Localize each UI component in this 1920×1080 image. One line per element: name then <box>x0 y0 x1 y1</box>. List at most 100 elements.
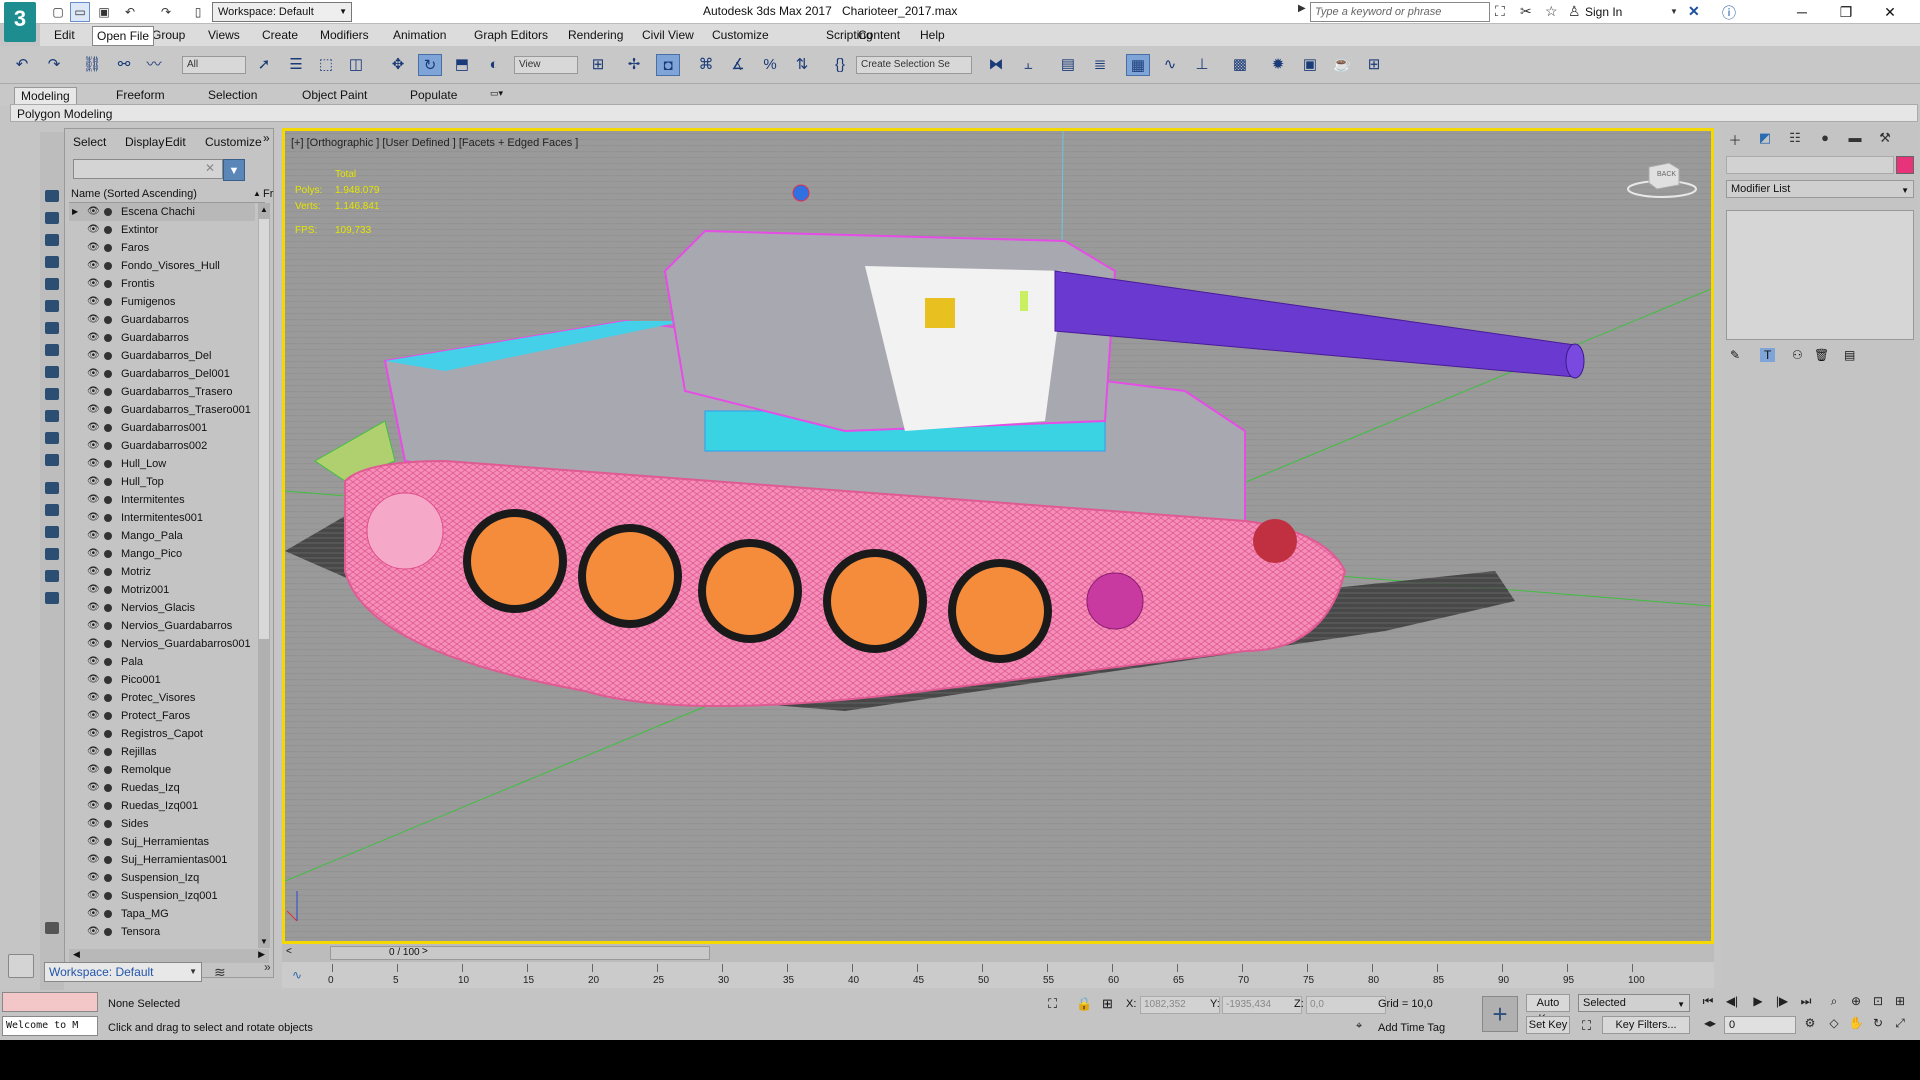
visibility-eye-icon[interactable]: 👁 <box>87 599 100 617</box>
filter-icon[interactable] <box>45 570 59 582</box>
explorer-row[interactable]: 👁 Mango_Pico <box>69 545 255 563</box>
visibility-eye-icon[interactable]: 👁 <box>87 275 100 293</box>
undo-button[interactable]: ↶ <box>10 54 34 76</box>
add-time-tag-button[interactable]: Add Time Tag <box>1378 1022 1445 1034</box>
visibility-eye-icon[interactable]: 👁 <box>87 851 100 869</box>
display-containers-icon[interactable] <box>45 410 59 422</box>
explorer-row[interactable]: 👁 Suspension_Izq001 <box>69 887 255 905</box>
tab-selection[interactable]: Selection <box>202 87 263 103</box>
visibility-eye-icon[interactable]: 👁 <box>87 365 100 383</box>
visibility-eye-icon[interactable]: 👁 <box>87 689 100 707</box>
ribbon-options-icon[interactable]: ▭▾ <box>484 87 509 100</box>
viewcube[interactable]: BACK <box>1627 159 1697 199</box>
explorer-row[interactable]: 👁 Suspension_Izq <box>69 869 255 887</box>
explorer-row[interactable]: 👁 Protec_Visores <box>69 689 255 707</box>
material-editor-icon[interactable]: ▩ <box>1228 54 1252 76</box>
motion-tab-icon[interactable]: ● <box>1816 130 1834 148</box>
search-input[interactable]: Type a keyword or phrase <box>1310 2 1490 22</box>
time-next-icon[interactable]: > <box>422 946 428 957</box>
scroll-up-icon[interactable]: ▲ <box>260 205 268 214</box>
explorer-row[interactable]: 👁 Pico001 <box>69 671 255 689</box>
open-file-icon[interactable]: ▭ <box>70 2 90 22</box>
visibility-eye-icon[interactable]: 👁 <box>87 635 100 653</box>
layer-explorer-icon[interactable]: ≣ <box>1088 54 1112 76</box>
explorer-row[interactable]: 👁 Tensora <box>69 923 255 941</box>
explorer-expand-icon[interactable]: » <box>263 131 270 145</box>
explorer-row[interactable]: 👁 Guardabarros_Del001 <box>69 365 255 383</box>
key-filters-button[interactable]: Key Filters... <box>1602 1016 1690 1034</box>
menu-customize[interactable]: Customize <box>712 28 769 42</box>
visibility-eye-icon[interactable]: 👁 <box>87 797 100 815</box>
explorer-row[interactable]: ▶ 👁 Escena Chachi <box>69 203 255 221</box>
visibility-eye-icon[interactable]: 👁 <box>87 815 100 833</box>
scene-explorer-toggle-icon[interactable]: ▤ <box>1056 54 1080 76</box>
visibility-eye-icon[interactable]: 👁 <box>87 707 100 725</box>
set-key-big-button[interactable]: + <box>1482 996 1518 1032</box>
sign-in-button[interactable]: Sign In <box>1585 5 1622 19</box>
tab-object-paint[interactable]: Object Paint <box>296 87 373 103</box>
scroll-down-icon[interactable]: ▼ <box>260 937 268 946</box>
restore-button[interactable]: ❐ <box>1826 2 1866 22</box>
explorer-vertical-scrollbar[interactable]: ▲ ▼ <box>258 203 270 948</box>
zoom-extents-icon[interactable]: ⊡ <box>1868 994 1888 1012</box>
maxscript-mini-listener-pink[interactable] <box>2 992 98 1012</box>
explorer-row[interactable]: 👁 Guardabarros002 <box>69 437 255 455</box>
key-mode-toggle-icon[interactable]: ◂▸ <box>1700 1016 1720 1034</box>
ribbon-toggle-icon[interactable]: ▦ <box>1126 54 1150 76</box>
spinner-snap-icon[interactable]: ⇅ <box>790 54 814 76</box>
reference-coordinate-dropdown[interactable]: View <box>514 56 578 74</box>
remove-modifier-icon[interactable]: 🗑 <box>1814 348 1829 362</box>
object-name-field[interactable] <box>1726 156 1894 174</box>
redo-icon[interactable]: ↷ <box>156 2 176 22</box>
explorer-horizontal-scrollbar[interactable]: ◀ ▶ <box>69 949 269 963</box>
expand-icon[interactable]: ▶ <box>72 203 78 221</box>
menu-content[interactable]: Content <box>858 28 900 42</box>
explorer-row[interactable]: 👁 Fumigenos <box>69 293 255 311</box>
explorer-row[interactable]: 👁 Intermitentes001 <box>69 509 255 527</box>
save-icon[interactable]: ▣ <box>94 2 114 22</box>
visibility-eye-icon[interactable]: 👁 <box>87 905 100 923</box>
explorer-row[interactable]: 👁 Rejillas <box>69 743 255 761</box>
explorer-row[interactable]: 👁 Guardabarros <box>69 329 255 347</box>
render-iterative-icon[interactable]: ⊞ <box>1362 54 1386 76</box>
explorer-row[interactable]: 👁 Guardabarros_Trasero <box>69 383 255 401</box>
visibility-eye-icon[interactable]: 👁 <box>87 311 100 329</box>
bind-space-warp-icon[interactable]: 〰 <box>142 54 166 76</box>
show-end-result-icon[interactable]: T <box>1760 348 1776 362</box>
orbit-icon[interactable]: ↻ <box>1868 1016 1888 1034</box>
rendered-frame-window-icon[interactable]: ▣ <box>1298 54 1322 76</box>
help-icon[interactable]: ⓘ <box>1722 3 1736 23</box>
visibility-eye-icon[interactable]: 👁 <box>87 887 100 905</box>
z-coord-field[interactable]: 0,0 <box>1306 996 1386 1014</box>
explorer-row[interactable]: 👁 Guardabarros_Del <box>69 347 255 365</box>
display-helpers-icon[interactable] <box>45 300 59 312</box>
selection-lock-icon[interactable]: 🔒 <box>1076 996 1092 1012</box>
minimize-button[interactable]: ─ <box>1782 2 1822 22</box>
visibility-eye-icon[interactable]: 👁 <box>87 347 100 365</box>
utilities-tab-icon[interactable]: ⚒ <box>1876 130 1894 148</box>
set-key-button[interactable]: Set Key <box>1526 1016 1570 1034</box>
zoom-extents-all-icon[interactable]: ⊞ <box>1890 994 1910 1012</box>
explorer-row[interactable]: 👁 Intermitentes <box>69 491 255 509</box>
explorer-row[interactable]: 👁 Nervios_Guardabarros001 <box>69 635 255 653</box>
close-button[interactable]: ✕ <box>1870 2 1910 22</box>
snaps-toggle-icon[interactable]: ⌘ <box>694 54 718 76</box>
explorer-row[interactable]: 👁 Tapa_MG <box>69 905 255 923</box>
window-crossing-icon[interactable]: ◫ <box>344 54 368 76</box>
explorer-row[interactable]: 👁 Registros_Capot <box>69 725 255 743</box>
make-unique-icon[interactable]: ⚇ <box>1792 348 1803 362</box>
explorer-row[interactable]: 👁 Ruedas_Izq <box>69 779 255 797</box>
auto-key-button[interactable]: Auto Key <box>1526 994 1570 1025</box>
perspective-viewport[interactable]: [+] [Orthographic ] [User Defined ] [Fac… <box>282 128 1714 944</box>
angle-snap-icon[interactable]: ∡ <box>726 54 750 76</box>
display-cameras-icon[interactable] <box>45 278 59 290</box>
select-object-icon[interactable]: ➚ <box>252 54 276 76</box>
visibility-eye-icon[interactable]: 👁 <box>87 833 100 851</box>
maximize-viewport-icon[interactable]: ⤢ <box>1890 1016 1910 1034</box>
visibility-eye-icon[interactable]: 👁 <box>87 455 100 473</box>
zoom-all-icon[interactable]: ⊕ <box>1846 994 1866 1012</box>
explorer-workspace-dropdown[interactable]: Workspace: Default ▼ <box>44 962 202 982</box>
menu-rendering[interactable]: Rendering <box>568 28 623 42</box>
explorer-tab-display[interactable]: Display <box>125 135 164 149</box>
explorer-tab-select[interactable]: Select <box>73 135 106 149</box>
